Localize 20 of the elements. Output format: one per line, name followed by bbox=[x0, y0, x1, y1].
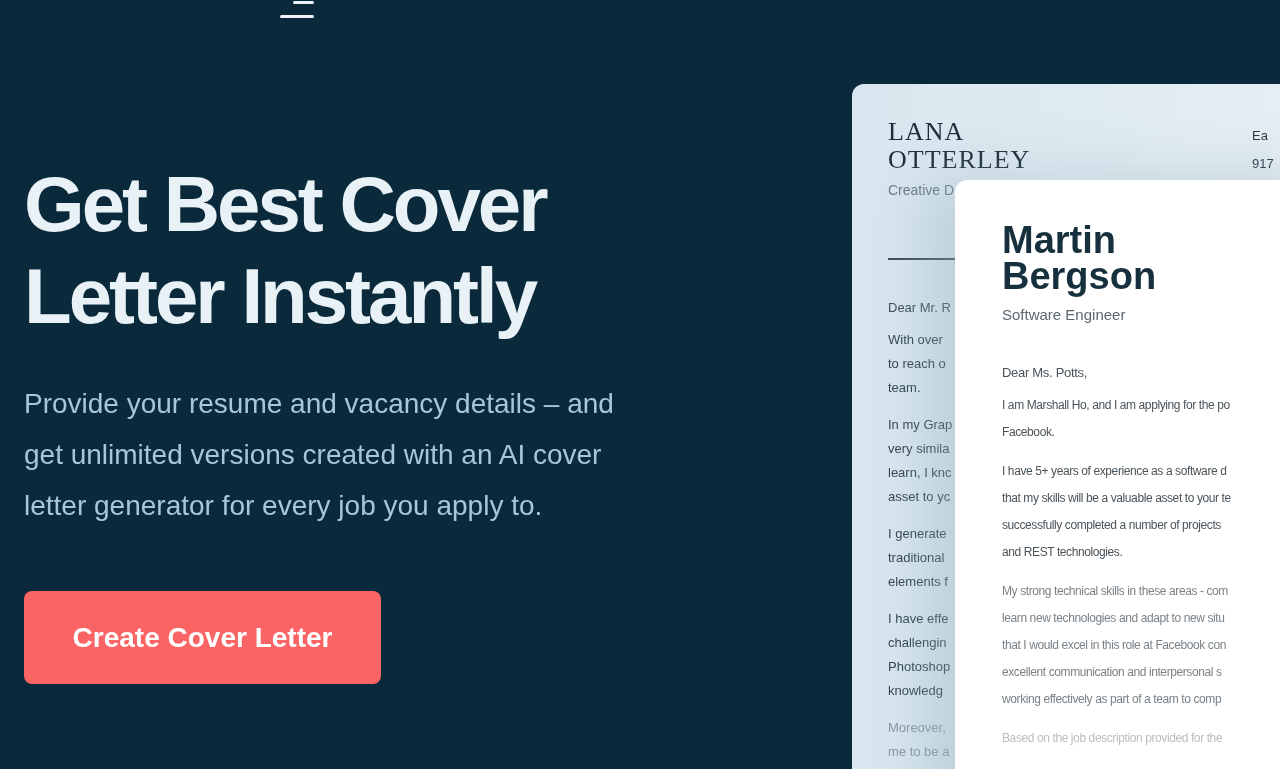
hero-title: Get Best Cover Letter Instantly bbox=[24, 159, 548, 342]
create-cover-letter-button[interactable]: Create Cover Letter bbox=[24, 591, 381, 684]
menu-icon[interactable] bbox=[280, 1, 314, 19]
letter-paragraph: I am Marshall Ho, and I am applying for the po Facebook. bbox=[1002, 397, 1231, 441]
contact-text: 917 bbox=[1252, 155, 1274, 173]
letter-paragraph: In my Grap very simila learn, I knc asset to yc bbox=[888, 416, 953, 506]
letter-greeting: Dear Ms. Potts, bbox=[1002, 365, 1089, 380]
letter-name: LANA OTTERLEY bbox=[888, 118, 1031, 174]
letter-greeting: Dear Mr. R bbox=[888, 300, 951, 315]
hero-description: Provide your resume and vacancy details – and get unlimited versions created with an AI cover letter generator for every job you apply to. bbox=[24, 387, 614, 523]
letter-role: Creative D bbox=[888, 182, 955, 198]
letter-paragraph: With over to reach o team. bbox=[888, 331, 946, 397]
letter-paragraph: My strong technical skills in these areas - com learn new technologies and adapt to new situ that I would excel in this role at Facebook con excellent communication and interpersonal s working effectively as part of a team to comp bbox=[1002, 583, 1229, 708]
letter-paragraph: I have effe challengin Photoshop knowledg bbox=[888, 610, 951, 700]
letter-role: Software Engineer bbox=[1002, 306, 1127, 323]
letter-paragraph: Moreover, me to be a bbox=[888, 719, 950, 761]
letter-paragraph: I have 5+ years of experience as a software d that my skills will be a valuable asset to your te successfully completed a number of projects and REST technologies. bbox=[1002, 463, 1232, 561]
letter-paragraph: Based on the job description provided for the bbox=[1002, 730, 1224, 747]
contact-text: Ea bbox=[1252, 127, 1269, 145]
letter-paragraph: I generate traditional elements f bbox=[888, 525, 948, 591]
